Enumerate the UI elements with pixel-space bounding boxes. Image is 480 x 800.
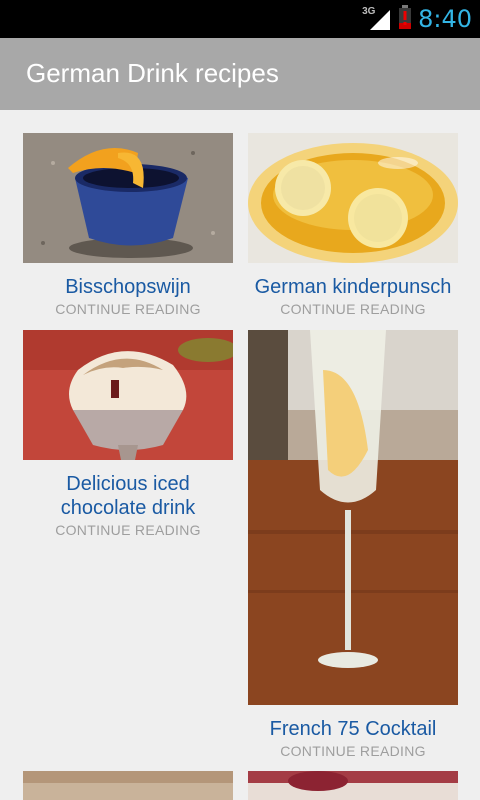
status-bar: 3G 8:40 [0,0,480,38]
recipe-grid[interactable]: Bisschopswijn CONTINUE READING German ki… [0,110,480,800]
continue-reading-link[interactable]: CONTINUE READING [248,301,458,317]
recipe-card-iced-chocolate[interactable]: Delicious iced chocolate drink CONTINUE … [23,330,233,538]
recipe-card-bisschopswijn[interactable]: Bisschopswijn CONTINUE READING [23,133,233,317]
recipe-image[interactable] [248,771,458,800]
recipe-card-partial[interactable] [23,771,233,800]
continue-reading-link[interactable]: CONTINUE READING [248,743,458,759]
recipe-image[interactable] [23,771,233,800]
recipe-title[interactable]: French 75 Cocktail [248,717,458,741]
clock: 8:40 [418,5,472,33]
recipe-image[interactable] [23,133,233,263]
recipe-title[interactable]: Bisschopswijn [23,275,233,299]
recipe-image[interactable] [248,330,458,705]
recipe-image[interactable] [23,330,233,460]
recipe-title[interactable]: German kinderpunsch [248,275,458,299]
signal-icon: 3G [362,6,392,32]
page-title: German Drink recipes [26,58,279,88]
recipe-card-german-kinderpunsch[interactable]: German kinderpunsch CONTINUE READING [248,133,458,317]
recipe-title[interactable]: Delicious iced chocolate drink [23,472,233,520]
action-bar: German Drink recipes [0,38,480,110]
continue-reading-link[interactable]: CONTINUE READING [23,522,233,538]
recipe-card-partial[interactable] [248,771,458,800]
continue-reading-link[interactable]: CONTINUE READING [23,301,233,317]
recipe-image[interactable] [248,133,458,263]
recipe-card-french-75[interactable]: French 75 Cocktail CONTINUE READING [248,330,458,759]
battery-icon [398,4,412,35]
